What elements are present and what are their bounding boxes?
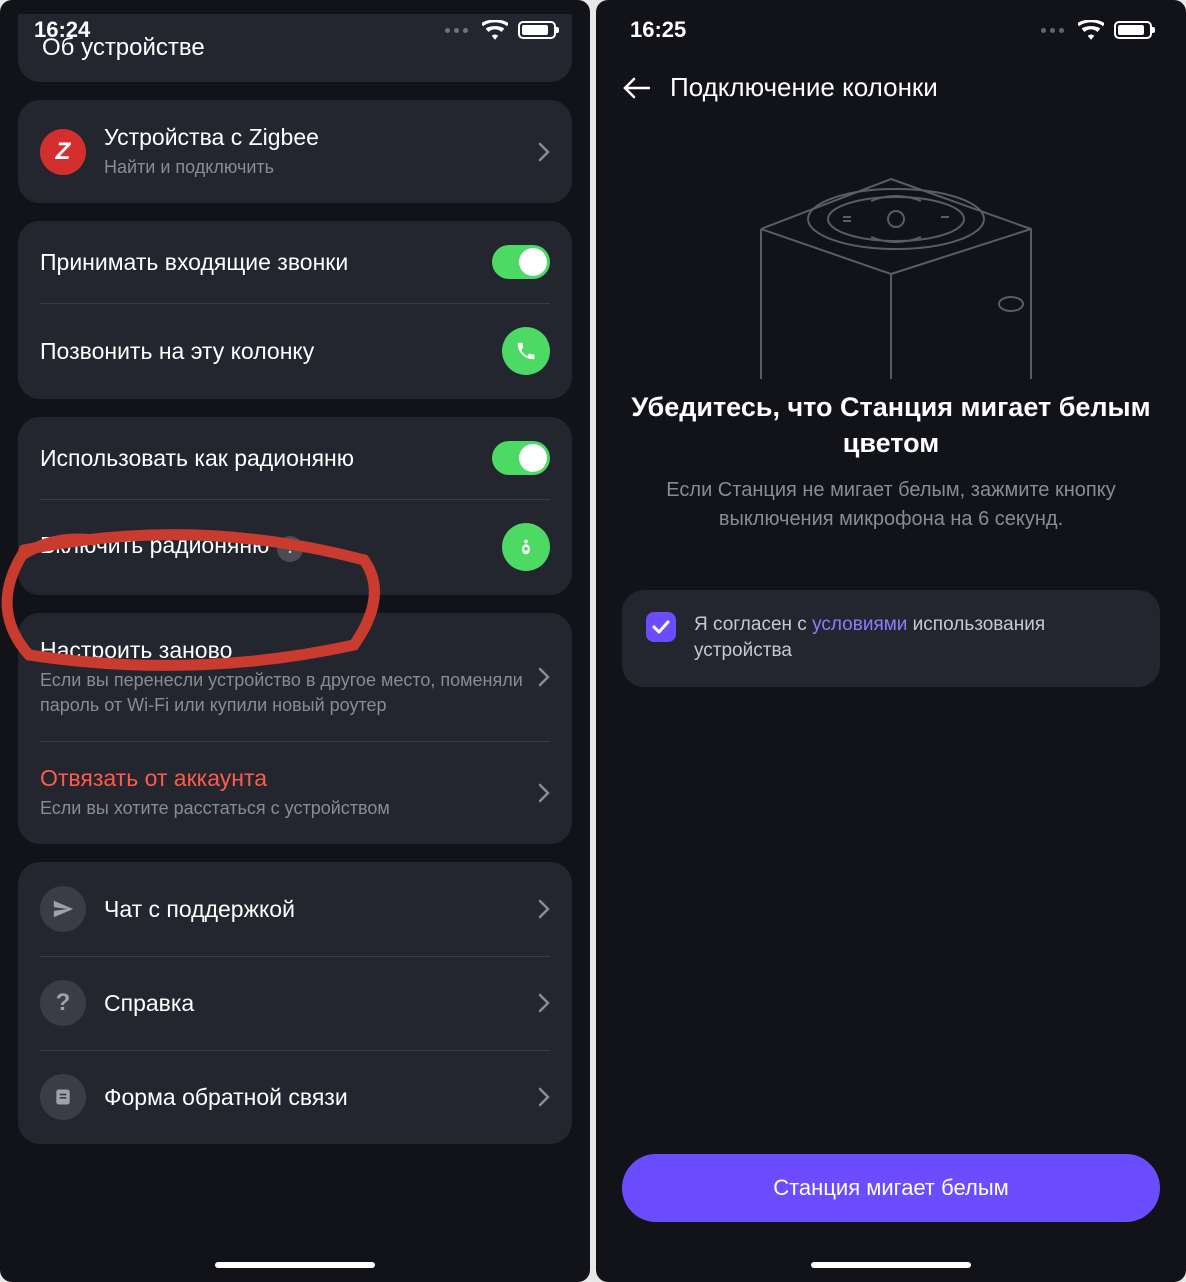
consent-text: Я согласен с условиями использования уст… — [694, 612, 1136, 665]
reset-unlink-card: Настроить заново Если вы перенесли устро… — [18, 613, 572, 844]
chevron-right-icon — [538, 993, 550, 1013]
unlink-sub: Если вы хотите расстаться с устройством — [40, 796, 530, 820]
call-device-row[interactable]: Позвонить на эту колонку — [18, 303, 572, 399]
chevron-right-icon — [538, 667, 550, 687]
baby-monitor-icon — [515, 536, 537, 558]
check-icon — [652, 620, 670, 634]
battery-icon — [518, 21, 556, 39]
terms-link[interactable]: условиями — [812, 614, 907, 635]
incoming-calls-label: Принимать входящие звонки — [40, 249, 492, 276]
support-chat-row[interactable]: Чат с поддержкой — [18, 862, 572, 956]
instruction-title: Убедитесь, что Станция мигает белым цвет… — [596, 389, 1186, 462]
phone-left-settings: 16:24 Об устройстве Z Устройства с Zigbe… — [0, 0, 590, 1282]
chevron-right-icon — [538, 783, 550, 803]
chevron-right-icon — [538, 1087, 550, 1107]
status-time: 16:24 — [34, 17, 90, 43]
speaker-illustration — [701, 139, 1081, 379]
use-as-nanny-label: Использовать как радионяню — [40, 445, 492, 472]
incoming-calls-toggle[interactable] — [492, 245, 550, 279]
reset-title: Настроить заново — [40, 637, 530, 664]
reset-sub: Если вы перенесли устройство в другое ме… — [40, 668, 530, 717]
page-title: Подключение колонки — [670, 72, 938, 103]
home-indicator[interactable] — [811, 1262, 971, 1268]
zigbee-sub: Найти и подключить — [104, 155, 530, 179]
phone-right-connect: 16:25 Подключение колонки Убедитесь, что… — [596, 0, 1186, 1282]
status-bar: 16:24 — [0, 0, 590, 60]
support-card: Чат с поддержкой ? Справка Форма обратно… — [18, 862, 572, 1144]
zigbee-icon: Z — [40, 129, 86, 175]
unlink-row[interactable]: Отвязать от аккаунта Если вы хотите расс… — [18, 741, 572, 844]
phone-icon — [515, 340, 537, 362]
help-label: Справка — [104, 990, 530, 1017]
cellular-dots-icon — [445, 28, 468, 33]
call-button[interactable] — [502, 327, 550, 375]
feedback-row[interactable]: Форма обратной связи — [18, 1050, 572, 1144]
send-icon — [40, 886, 86, 932]
confirm-blink-button[interactable]: Станция мигает белым — [622, 1154, 1160, 1222]
confirm-blink-label: Станция мигает белым — [773, 1175, 1009, 1201]
unlink-title: Отвязать от аккаунта — [40, 765, 530, 792]
feedback-label: Форма обратной связи — [104, 1084, 530, 1111]
question-icon: ? — [40, 980, 86, 1026]
chevron-right-icon — [538, 899, 550, 919]
instruction-subtitle: Если Станция не мигает белым, зажмите кн… — [596, 462, 1186, 534]
incoming-calls-row[interactable]: Принимать входящие звонки — [18, 221, 572, 303]
use-as-nanny-toggle[interactable] — [492, 441, 550, 475]
calls-card: Принимать входящие звонки Позвонить на э… — [18, 221, 572, 399]
battery-icon — [1114, 21, 1152, 39]
wifi-icon — [482, 20, 508, 40]
chevron-right-icon — [538, 142, 550, 162]
help-row[interactable]: ? Справка — [18, 956, 572, 1050]
back-arrow-icon[interactable] — [622, 77, 650, 99]
nanny-card: Использовать как радионяню Включить ради… — [18, 417, 572, 595]
wifi-icon — [1078, 20, 1104, 40]
zigbee-row[interactable]: Z Устройства с Zigbee Найти и подключить — [18, 100, 572, 203]
zigbee-card: Z Устройства с Zigbee Найти и подключить — [18, 100, 572, 203]
consent-checkbox[interactable] — [646, 612, 676, 642]
help-tooltip-icon[interactable]: ? — [277, 536, 303, 562]
reset-row[interactable]: Настроить заново Если вы перенесли устро… — [18, 613, 572, 741]
status-right — [1041, 20, 1152, 40]
status-time: 16:25 — [630, 17, 686, 43]
call-device-label: Позвонить на эту колонку — [40, 338, 502, 365]
home-indicator[interactable] — [215, 1262, 375, 1268]
document-icon — [40, 1074, 86, 1120]
consent-row: Я согласен с условиями использования уст… — [622, 590, 1160, 687]
support-chat-label: Чат с поддержкой — [104, 896, 530, 923]
use-as-nanny-row[interactable]: Использовать как радионяню — [18, 417, 572, 499]
cellular-dots-icon — [1041, 28, 1064, 33]
enable-nanny-row[interactable]: Включить радионяню? — [18, 499, 572, 595]
enable-nanny-label: Включить радионяню — [40, 532, 269, 558]
nanny-button[interactable] — [502, 523, 550, 571]
status-right — [445, 20, 556, 40]
zigbee-title: Устройства с Zigbee — [104, 124, 530, 151]
status-bar: 16:25 — [596, 0, 1186, 60]
